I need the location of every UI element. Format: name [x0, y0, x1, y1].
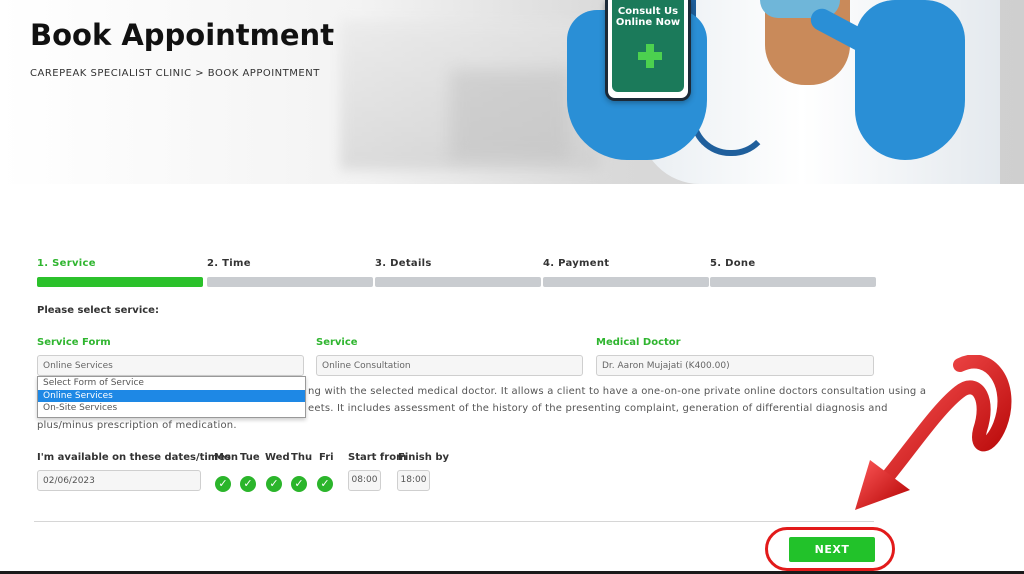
divider: [34, 521, 874, 522]
day-fri-check-icon[interactable]: ✓: [317, 476, 333, 492]
step-service-label: 1. Service: [37, 258, 96, 269]
day-thu-label: Thu: [291, 452, 313, 463]
red-arrow-icon: [855, 355, 1012, 510]
day-mon-label: Mon: [214, 452, 238, 463]
day-wed-check-icon[interactable]: ✓: [266, 476, 282, 492]
day-thu-check-icon[interactable]: ✓: [291, 476, 307, 492]
medical-cross-icon: [638, 44, 662, 68]
step-payment-bar: [543, 277, 709, 287]
service-description-line2: eets. It includes assessment of the hist…: [308, 403, 888, 414]
hero-banner: Consult Us Online Now Book Appointment C…: [0, 0, 1024, 184]
day-wed-label: Wed: [265, 452, 290, 463]
page-title: Book Appointment: [30, 18, 335, 52]
phone-screen: Consult Us Online Now: [612, 0, 684, 92]
step-service-bar: [37, 277, 203, 287]
finish-by-label: Finish by: [398, 452, 450, 463]
day-tue-label: Tue: [240, 452, 260, 463]
service-form-select[interactable]: Online Services: [37, 355, 304, 376]
step-time-bar: [207, 277, 373, 287]
dropdown-option[interactable]: Select Form of Service: [38, 377, 305, 390]
day-fri-label: Fri: [319, 452, 334, 463]
background-blur: [450, 70, 570, 160]
phone-text: Consult Us Online Now: [612, 6, 684, 28]
right-glove: [855, 0, 965, 160]
finish-time-select[interactable]: 18:00: [397, 470, 430, 491]
step-details-label: 3. Details: [375, 258, 432, 269]
service-description-line1: ng with the selected medical doctor. It …: [308, 386, 927, 397]
next-button[interactable]: NEXT: [789, 537, 875, 562]
step-time-label: 2. Time: [207, 258, 251, 269]
dropdown-option[interactable]: On-Site Services: [38, 402, 305, 415]
service-select[interactable]: Online Consultation: [316, 355, 583, 376]
service-form-label: Service Form: [37, 337, 111, 348]
phone-image: Consult Us Online Now: [605, 0, 691, 101]
phone-text-line2: Online Now: [615, 17, 681, 28]
service-description-line3: plus/minus prescription of medication.: [37, 420, 237, 431]
step-done-label: 5. Done: [710, 258, 756, 269]
day-tue-check-icon[interactable]: ✓: [240, 476, 256, 492]
dropdown-option-selected[interactable]: Online Services: [38, 389, 305, 402]
breadcrumb[interactable]: CAREPEAK SPECIALIST CLINIC > BOOK APPOIN…: [30, 68, 320, 79]
section-heading: Please select service:: [37, 305, 159, 316]
availability-label: I'm available on these dates/times: [37, 452, 231, 463]
step-done-bar: [710, 277, 876, 287]
step-payment-label: 4. Payment: [543, 258, 610, 269]
start-time-select[interactable]: 08:00: [348, 470, 381, 491]
step-details-bar: [375, 277, 541, 287]
medical-doctor-label: Medical Doctor: [596, 337, 681, 348]
date-input[interactable]: 02/06/2023: [37, 470, 201, 491]
phone-text-line1: Consult Us: [617, 6, 679, 17]
service-label: Service: [316, 337, 358, 348]
medical-doctor-select[interactable]: Dr. Aaron Mujajati (K400.00): [596, 355, 874, 376]
service-form-dropdown: Select Form of Service Online Services O…: [37, 376, 306, 418]
day-mon-check-icon[interactable]: ✓: [215, 476, 231, 492]
